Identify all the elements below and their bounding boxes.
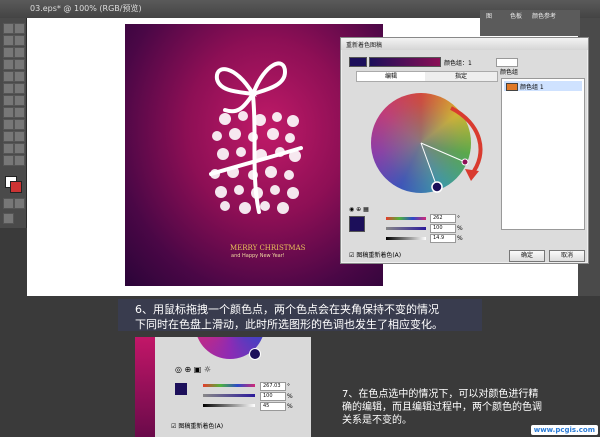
line-tool-icon[interactable]: [3, 59, 14, 70]
inset-recolor-checkbox[interactable]: ☑ 图稿重新着色(A): [171, 421, 223, 430]
hue-field[interactable]: 262: [430, 214, 456, 223]
saturation-slider[interactable]: [386, 227, 426, 230]
tab-edit[interactable]: 编辑: [357, 72, 425, 81]
colors-label: 颜色组：1: [444, 60, 472, 67]
slice-tool-icon[interactable]: [3, 143, 14, 154]
site-watermark: www.pcgis.com: [530, 425, 598, 435]
rectangle-tool-icon[interactable]: [14, 59, 25, 70]
eyedropper-tool-icon[interactable]: [3, 131, 14, 142]
document-title[interactable]: 03.eps* @ 100% (RGB/预览): [30, 3, 142, 14]
wheel-tools: ◉ ⊕ ▦: [349, 206, 369, 213]
colors-count-field[interactable]: [496, 58, 518, 67]
inset-artwork-edge: [135, 337, 155, 437]
brush-tool-icon[interactable]: [3, 71, 14, 82]
inset-color-handle[interactable]: [249, 348, 261, 360]
panel-tab[interactable]: 颜色参考: [532, 11, 556, 20]
color-mode-icon[interactable]: [3, 198, 14, 209]
color-groups-list[interactable]: 颜色组 1: [501, 78, 585, 230]
hue-slider[interactable]: [386, 217, 426, 220]
inset-brightness-unit: %: [287, 403, 293, 410]
step6-line: 下同时在色盘上滑动，此时所选图形的色调也发生了相应变化。: [135, 318, 443, 331]
direct-selection-tool-icon[interactable]: [14, 23, 25, 34]
inset-hue-slider[interactable]: [203, 384, 255, 387]
color-group-name: 颜色组 1: [520, 84, 544, 91]
recolor-checkbox-label: 图稿重新着色(A): [356, 252, 402, 259]
inset-brightness-slider[interactable]: [203, 404, 255, 407]
hand-tool-icon[interactable]: [3, 155, 14, 166]
pen-tool-icon[interactable]: [3, 47, 14, 58]
step6-line: 6、用鼠标拖拽一个颜色点，两个色点会在夹角保持不变的情况: [135, 303, 439, 316]
blend-tool-icon[interactable]: [14, 131, 25, 142]
step7-caption: 7、在色点选中的情况下，可以对颜色进行精 确的编辑，而且编辑过程中，两个颜色的色…: [342, 388, 542, 427]
gradient-tool-icon[interactable]: [14, 119, 25, 130]
brightness-field[interactable]: 14.9: [430, 234, 456, 243]
inset-hue-field[interactable]: 267.03: [260, 382, 286, 391]
tab-assign[interactable]: 指定: [427, 72, 495, 81]
zoom-tool-icon[interactable]: [14, 155, 25, 166]
group-swatch: [506, 83, 518, 91]
hue-unit: °: [457, 215, 460, 222]
brightness-unit: %: [457, 235, 463, 242]
inset-saturation-unit: %: [287, 393, 293, 400]
cancel-button[interactable]: 取消: [549, 250, 585, 262]
recolor-artwork-dialog: 重新着色图稿 颜色组：1 颜色组 颜色组 1 编辑 指定 ◉ ⊕ ▦ 262 1…: [340, 37, 589, 264]
greeting-subline: and Happy New Year!: [231, 253, 285, 259]
gradient-mode-icon[interactable]: [14, 198, 25, 209]
lasso-tool-icon[interactable]: [14, 35, 25, 46]
selected-color-swatch[interactable]: [349, 216, 365, 232]
selection-tool-icon[interactable]: [3, 23, 14, 34]
rotate-tool-icon[interactable]: [3, 83, 14, 94]
zoomed-dialog-inset: ◎ ⊕ ▣ ☼ 267.03 100 45 ° % % ☑ 图稿重新着色(A): [135, 337, 311, 437]
drag-direction-arrow: [450, 106, 483, 181]
scale-tool-icon[interactable]: [14, 83, 25, 94]
dialog-tab-bar: 编辑 指定: [356, 71, 498, 82]
inset-saturation-field[interactable]: 100: [260, 392, 286, 401]
step7-line: 关系是不变的。: [342, 415, 412, 426]
color-group-row[interactable]: 颜色组 1: [504, 81, 582, 91]
inset-wheel-tools: ◎ ⊕ ▣ ☼: [175, 365, 212, 374]
graph-tool-icon[interactable]: [14, 107, 25, 118]
color-swatch[interactable]: [349, 57, 367, 67]
tools-panel: [0, 18, 27, 228]
inset-saturation-slider[interactable]: [203, 394, 255, 397]
panel-tabs: 图 色板 颜色参考: [480, 10, 580, 36]
recolor-checkbox[interactable]: ☑ 图稿重新着色(A): [349, 250, 401, 259]
dialog-title: 重新着色图稿: [346, 42, 383, 49]
color-groups-label: 颜色组: [500, 69, 519, 76]
magic-wand-tool-icon[interactable]: [3, 35, 14, 46]
base-color-handle[interactable]: [431, 181, 443, 193]
saturation-field[interactable]: 100: [430, 224, 456, 233]
checkbox-icon[interactable]: ☑: [349, 252, 354, 259]
inset-color-swatch[interactable]: [175, 383, 187, 395]
pencil-tool-icon[interactable]: [14, 71, 25, 82]
warp-tool-icon[interactable]: [3, 95, 14, 106]
saturation-unit: %: [457, 225, 463, 232]
symbol-tool-icon[interactable]: [3, 107, 14, 118]
screen-mode-icon[interactable]: [3, 213, 14, 224]
inset-brightness-field[interactable]: 45: [260, 402, 286, 411]
step7-line: 确的编辑，而且编辑过程中，两个颜色的色调: [342, 402, 542, 413]
greeting-headline: MERRY CHRISTMAS: [230, 244, 306, 252]
panel-tab[interactable]: 图: [486, 11, 492, 20]
eraser-tool-icon[interactable]: [14, 143, 25, 154]
step7-line: 7、在色点选中的情况下，可以对颜色进行精: [342, 389, 539, 400]
color-bar[interactable]: [369, 57, 441, 67]
checkbox-icon[interactable]: ☑: [171, 423, 176, 430]
stroke-swatch[interactable]: [10, 181, 22, 193]
step6-caption: 6、用鼠标拖拽一个颜色点，两个色点会在夹角保持不变的情况 下同时在色盘上滑动，此…: [135, 302, 443, 332]
wheel-mode-icon[interactable]: ◉ ⊕ ▦: [349, 206, 369, 213]
mesh-tool-icon[interactable]: [3, 119, 14, 130]
brightness-slider[interactable]: [386, 237, 426, 240]
free-transform-tool-icon[interactable]: [14, 95, 25, 106]
panel-tab[interactable]: 色板: [510, 11, 522, 20]
inset-recolor-checkbox-label: 图稿重新着色(A): [178, 423, 224, 430]
inset-hue-unit: °: [287, 383, 290, 390]
ok-button[interactable]: 确定: [509, 250, 545, 262]
type-tool-icon[interactable]: [14, 47, 25, 58]
dialog-titlebar: 重新着色图稿: [341, 38, 588, 50]
